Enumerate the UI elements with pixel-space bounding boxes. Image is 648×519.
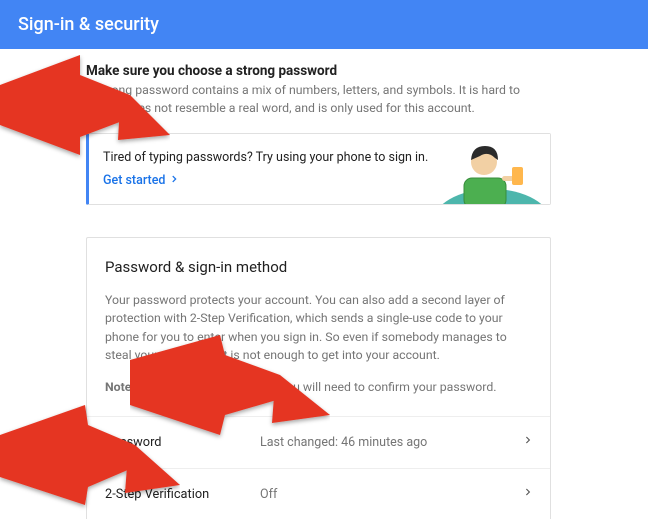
get-started-label: Get started [103,173,165,188]
chevron-right-icon [523,485,532,503]
row-password-value: Last changed: 46 minutes ago [260,435,523,450]
chevron-right-icon [523,433,532,451]
signin-method-description: Your password protects your account. You… [105,292,532,366]
signin-method-note: Note: To change these settings, you will… [105,379,532,397]
strong-password-section: Make sure you choose a strong password A… [86,63,551,119]
signin-method-heading: Password & sign-in method [105,258,532,276]
phone-signin-illustration [440,134,550,204]
page-title: Sign-in & security [18,14,159,35]
strong-password-description: A strong password contains a mix of numb… [86,83,551,119]
row-password-label: Password [105,435,260,450]
note-label: Note: [105,381,135,395]
row-2step-label: 2-Step Verification [105,487,260,502]
phone-signin-card: Tired of typing passwords? Try using you… [86,133,551,205]
app-bar: Sign-in & security [0,0,648,49]
signin-method-card: Password & sign-in method Your password … [86,237,551,519]
note-text: To change these settings, you will need … [135,381,497,395]
page-body: Make sure you choose a strong password A… [0,49,648,519]
get-started-link[interactable]: Get started [103,173,179,188]
phone-signin-text: Tired of typing passwords? Try using you… [103,150,430,165]
strong-password-heading: Make sure you choose a strong password [86,63,551,79]
chevron-right-icon [169,173,179,188]
row-password[interactable]: Password Last changed: 46 minutes ago [87,416,550,468]
row-2step-verification[interactable]: 2-Step Verification Off [87,468,550,519]
row-2step-value: Off [260,487,523,502]
